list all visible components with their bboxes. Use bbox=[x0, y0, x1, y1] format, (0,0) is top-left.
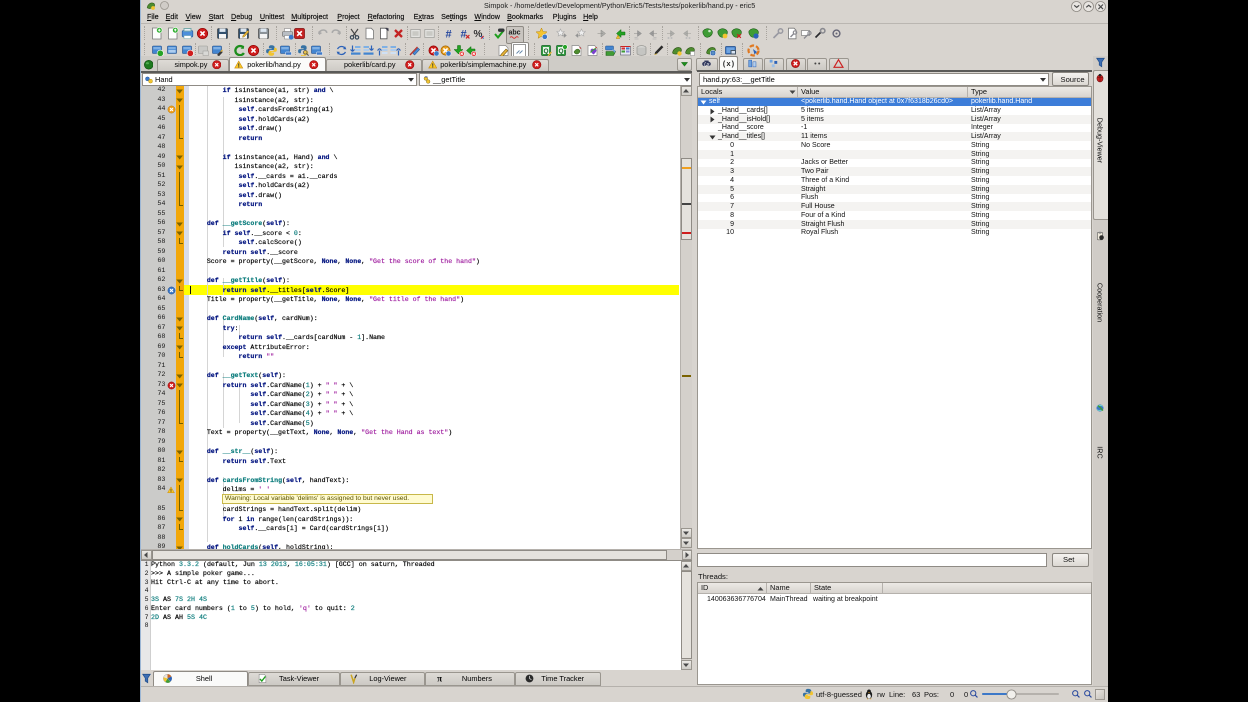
svg-text:abc: abc bbox=[508, 30, 520, 37]
svg-text:(x: (x bbox=[704, 62, 710, 68]
svg-text:#: # bbox=[460, 29, 466, 41]
svg-text:Q: Q bbox=[543, 48, 548, 55]
svg-text:#: # bbox=[445, 29, 451, 41]
svg-text:(x): (x) bbox=[723, 61, 734, 69]
svg-text:Q: Q bbox=[558, 48, 563, 55]
svg-text:π: π bbox=[436, 674, 441, 684]
